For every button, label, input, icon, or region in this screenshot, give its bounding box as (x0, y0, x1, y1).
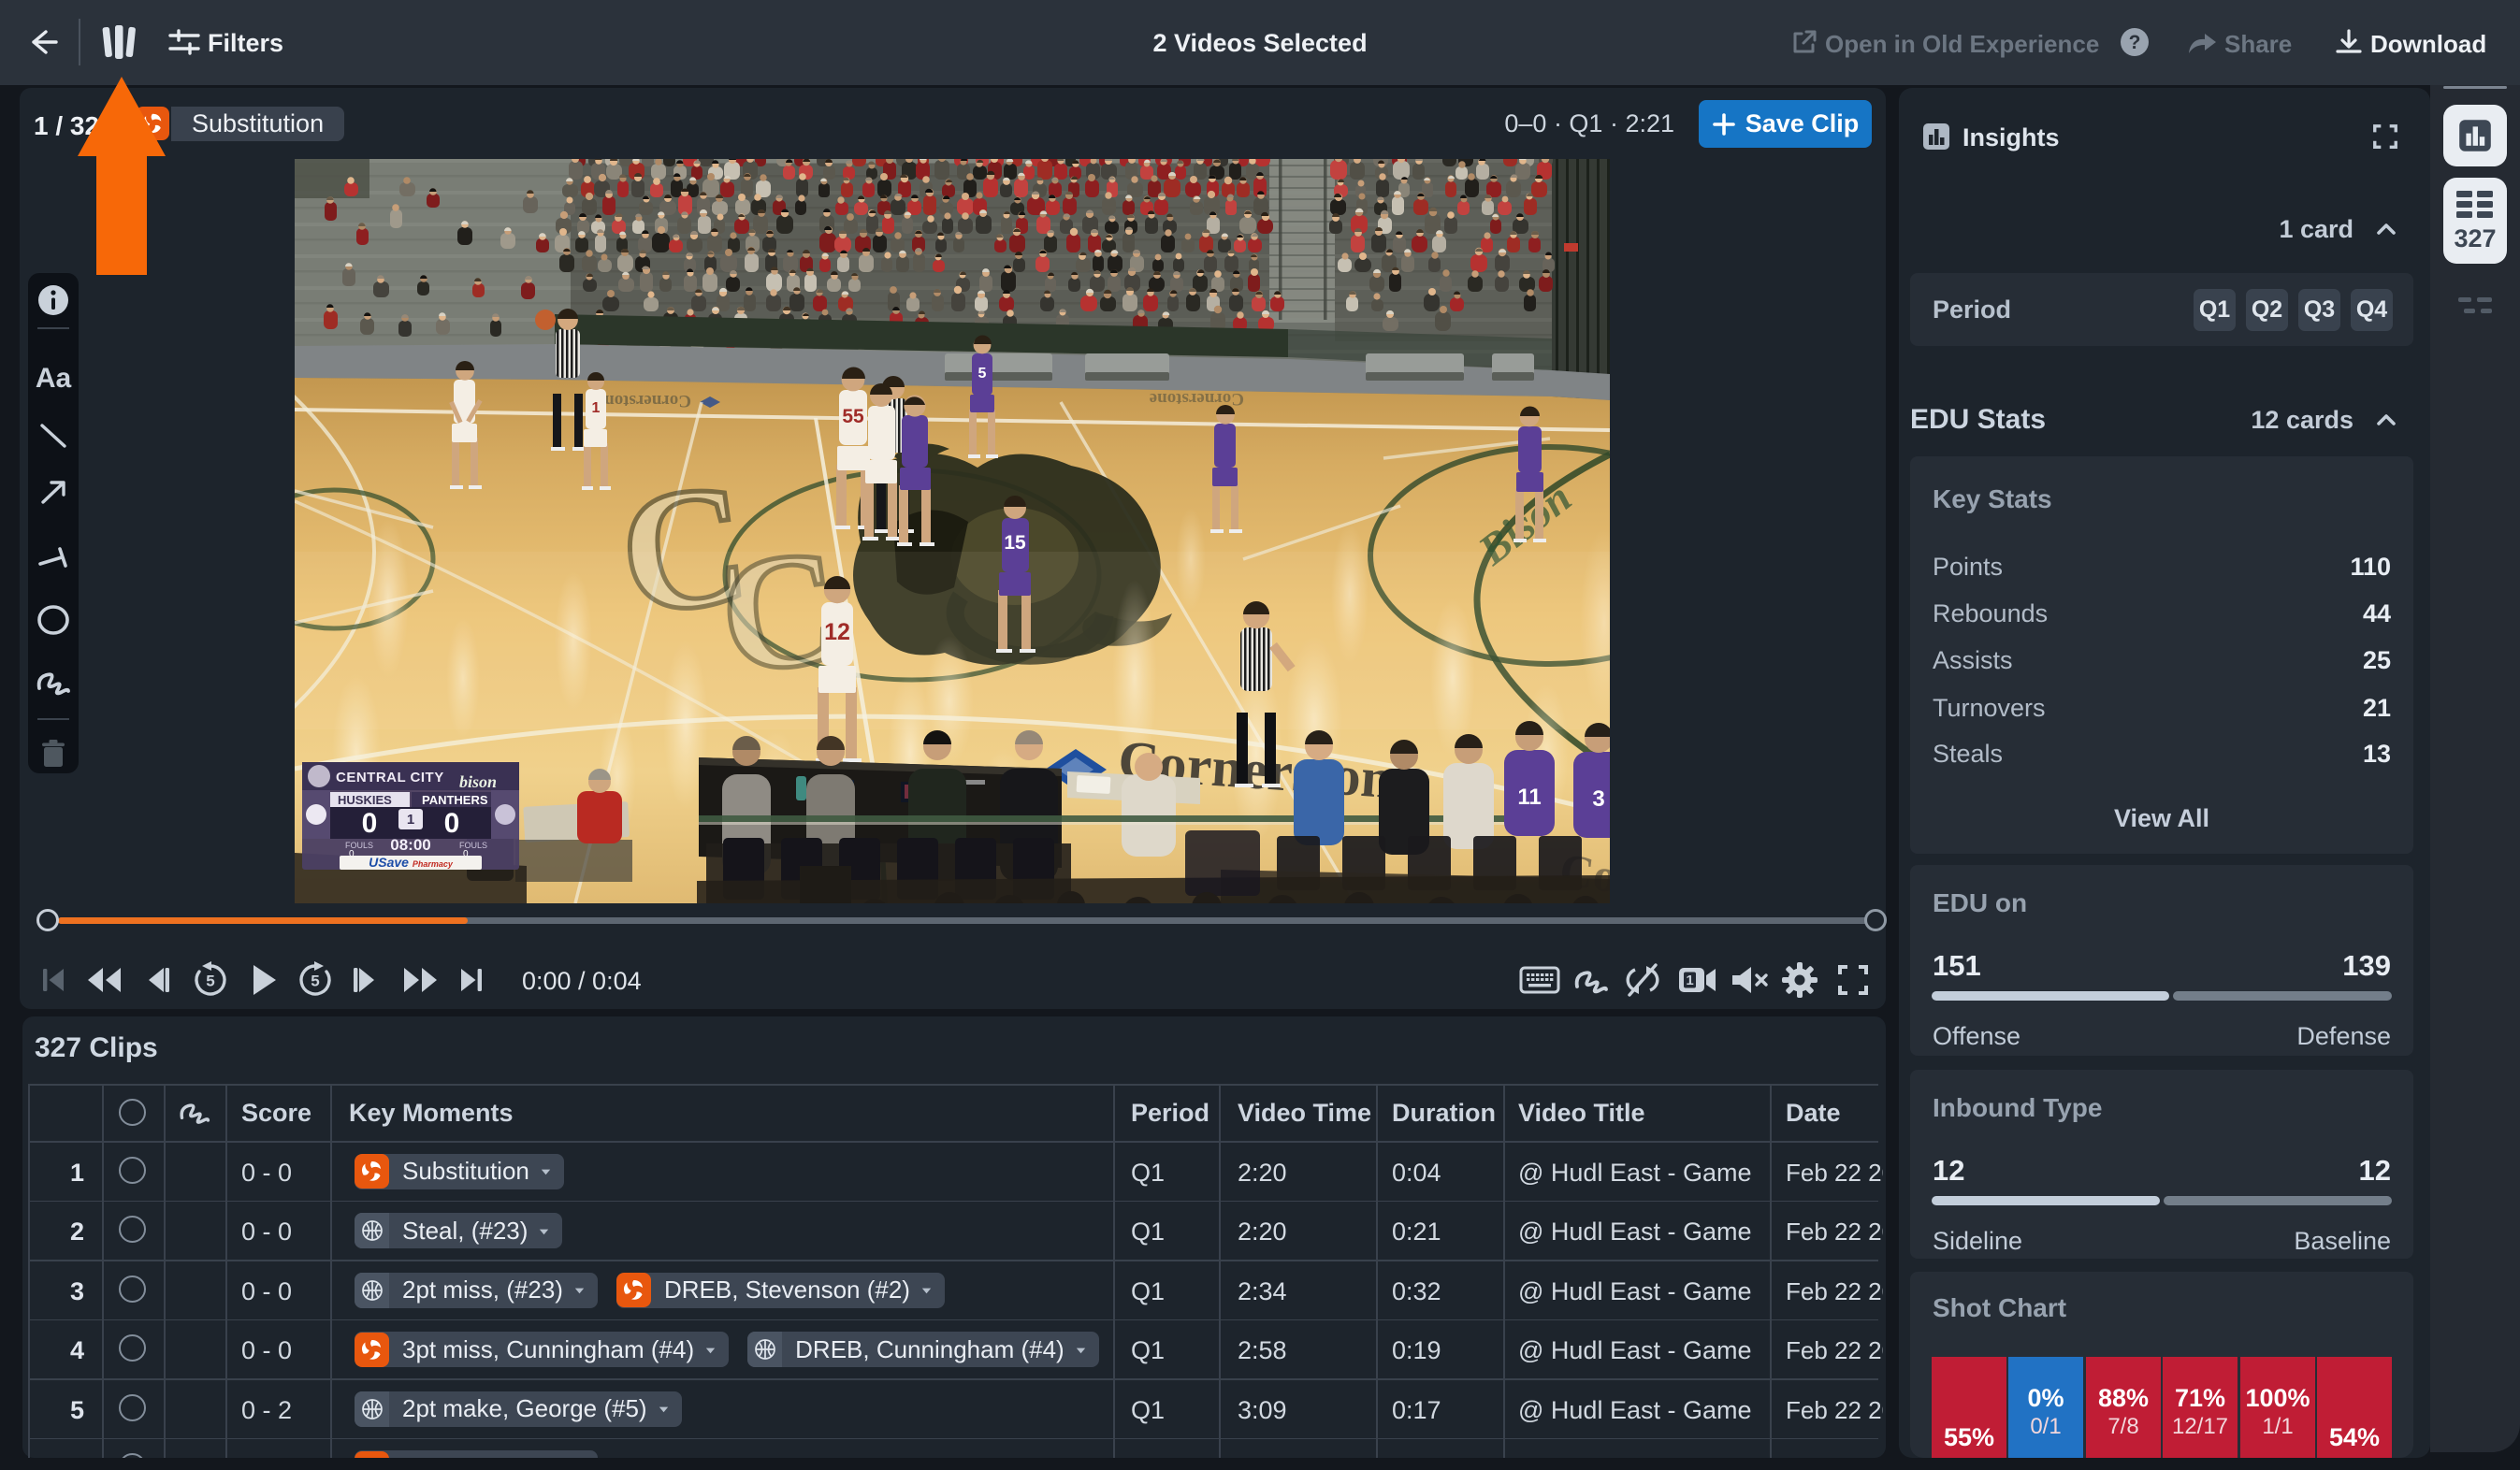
svg-text:1: 1 (1686, 973, 1693, 988)
svg-text:1: 1 (592, 400, 601, 416)
svg-text:3: 3 (1592, 786, 1604, 812)
svg-text:08:00: 08:00 (390, 836, 430, 854)
svg-text:bison: bison (459, 772, 497, 791)
svg-text:0: 0 (444, 808, 460, 839)
svg-text:12: 12 (824, 619, 850, 645)
svg-text:PANTHERS: PANTHERS (422, 793, 488, 807)
svg-text:0: 0 (362, 808, 378, 839)
svg-text:Cornerstone: Cornerstone (597, 391, 691, 411)
svg-text:Cornerstone: Cornerstone (1150, 389, 1244, 409)
svg-text:5: 5 (311, 973, 319, 990)
svg-text:15: 15 (1004, 532, 1026, 554)
svg-text:HUSKIES: HUSKIES (338, 793, 392, 807)
svg-text:11: 11 (1517, 785, 1541, 810)
svg-text:5: 5 (206, 973, 214, 990)
svg-text:55: 55 (842, 406, 864, 427)
svg-text:5: 5 (978, 366, 987, 382)
svg-text:?: ? (2129, 32, 2141, 53)
svg-text:1: 1 (407, 812, 414, 828)
svg-text:CENTRAL CITY: CENTRAL CITY (336, 770, 444, 785)
